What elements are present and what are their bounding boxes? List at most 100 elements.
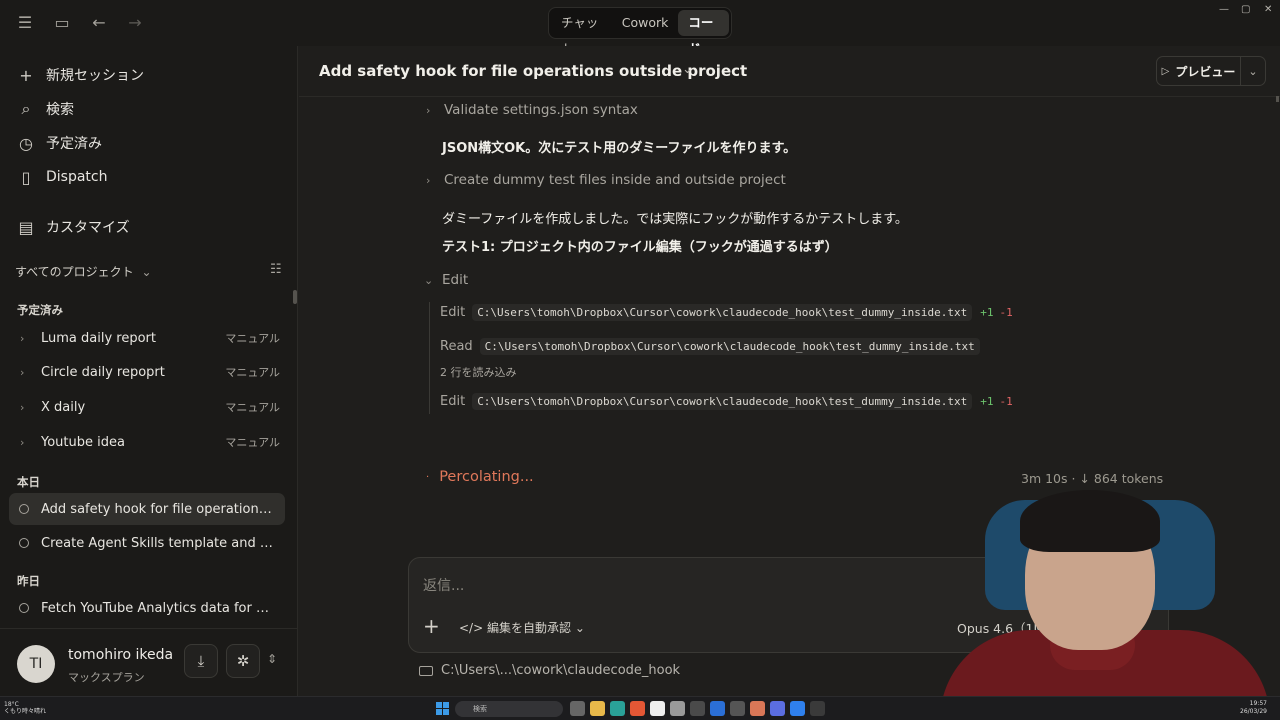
lines-added: +1 — [980, 395, 994, 408]
chevron-right-icon: › — [426, 173, 431, 187]
forward-arrow-icon[interactable]: → — [125, 13, 145, 33]
weather-text: くもり時々晴れ — [4, 708, 47, 715]
weather-widget[interactable]: 18°C くもり時々晴れ — [4, 701, 46, 715]
preview-button[interactable]: ▷ プレビュー — [1157, 57, 1241, 85]
edge-icon[interactable] — [610, 701, 625, 716]
claude-app-icon[interactable] — [750, 701, 765, 716]
app-icon[interactable] — [670, 701, 685, 716]
dispatch-label: Dispatch — [46, 169, 108, 185]
chevron-right-icon: › — [20, 331, 25, 345]
sidebar-scrollbar[interactable] — [293, 290, 297, 304]
scheduled-item-tag: マニュアル — [225, 436, 280, 449]
taskbar-search[interactable]: 検索 — [455, 701, 563, 717]
notion-icon[interactable] — [650, 701, 665, 716]
bug-report-button[interactable]: ✲ — [226, 644, 260, 678]
scheduled-item[interactable]: › Circle daily repoprt マニュアル — [20, 361, 280, 383]
lines-removed: -1 — [999, 395, 1013, 408]
preview-control: ▷ プレビュー ⌄ — [1156, 56, 1266, 86]
app-icon[interactable] — [770, 701, 785, 716]
tab-chat[interactable]: チャット — [551, 10, 612, 56]
new-session-button[interactable]: + 新規セッション — [16, 64, 144, 86]
avatar[interactable]: TI — [17, 645, 55, 683]
task-view-icon[interactable] — [570, 701, 585, 716]
session-item[interactable]: Create Agent Skills template and sam... — [9, 527, 285, 559]
sidebar: + 新規セッション ⌕ 検索 ◷ 予定済み ▯ Dispatch ▤ カスタマイ… — [0, 46, 298, 696]
menu-icon[interactable]: ☰ — [15, 13, 35, 33]
session-status-icon — [19, 603, 29, 613]
customize-label: カスタマイズ — [46, 220, 130, 236]
chevron-down-icon[interactable]: ⌄ — [682, 62, 693, 77]
filter-sliders-icon[interactable]: ☷ — [270, 262, 282, 277]
app-icon[interactable] — [730, 701, 745, 716]
status-indicator: · Percolating... — [426, 469, 534, 485]
tool-name: Edit — [440, 394, 466, 409]
chevron-down-icon: ⌄ — [574, 621, 585, 635]
preview-dropdown-icon[interactable]: ⌄ — [1241, 65, 1265, 78]
tool-call-row[interactable]: Read C:\Users\tomoh\Dropbox\Cursor\cowor… — [440, 338, 980, 355]
search-button[interactable]: ⌕ 検索 — [16, 98, 74, 120]
scheduled-item[interactable]: › X daily マニュアル — [20, 396, 280, 418]
header-divider — [299, 96, 1280, 97]
scheduled-item-tag: マニュアル — [225, 366, 280, 379]
file-path: C:\Users\tomoh\Dropbox\Cursor\cowork\cla… — [479, 338, 980, 355]
system-clock[interactable]: 19:57 26/03/29 — [1240, 700, 1267, 716]
yesterday-section-header: 昨日 — [17, 574, 40, 588]
step-label: Create dummy test files inside and outsi… — [444, 172, 786, 188]
tool-name: Read — [440, 339, 473, 354]
download-button[interactable]: ⤓ — [184, 644, 218, 678]
scheduled-item-title: Luma daily report — [41, 330, 156, 346]
session-status-icon — [19, 538, 29, 548]
maximize-icon[interactable]: ▢ — [1241, 4, 1250, 15]
app-icon[interactable] — [790, 701, 805, 716]
scheduled-button[interactable]: ◷ 予定済み — [16, 132, 102, 154]
file-path: C:\Users\tomoh\Dropbox\Cursor\cowork\cla… — [472, 393, 973, 410]
weather-temp: 18°C — [4, 701, 19, 708]
app-icon[interactable] — [810, 701, 825, 716]
tool-call-row[interactable]: Edit C:\Users\tomoh\Dropbox\Cursor\cowor… — [440, 393, 1013, 410]
app-icon[interactable] — [710, 701, 725, 716]
scheduled-item-title: X daily — [41, 399, 86, 415]
tool-call-row[interactable]: Edit C:\Users\tomoh\Dropbox\Cursor\cowor… — [440, 304, 1013, 321]
mode-switcher: チャット Cowork コード — [548, 7, 732, 56]
customize-button[interactable]: ▤ カスタマイズ — [16, 216, 130, 238]
back-arrow-icon[interactable]: ← — [89, 13, 109, 33]
session-title: Create Agent Skills template and sam... — [41, 535, 273, 551]
start-menu-icon[interactable] — [436, 702, 449, 715]
working-directory-path: C:\Users\...\cowork\claudecode_hook — [441, 663, 681, 678]
file-explorer-icon[interactable] — [590, 701, 605, 716]
step-group-rule — [429, 302, 430, 414]
preview-label: プレビュー — [1175, 64, 1236, 79]
working-directory[interactable]: C:\Users\...\cowork\claudecode_hook — [419, 663, 680, 678]
new-session-label: 新規セッション — [46, 68, 144, 84]
scheduled-section-header: 予定済み — [17, 303, 63, 317]
add-attachment-button[interactable]: + — [423, 616, 440, 636]
scheduled-item[interactable]: › Youtube idea マニュアル — [20, 431, 280, 453]
clock-date: 26/03/29 — [1240, 708, 1267, 715]
phone-icon: ▯ — [21, 167, 31, 187]
projects-filter-dropdown[interactable]: すべてのプロジェクト ⌄ — [15, 263, 152, 280]
chrome-icon[interactable] — [630, 701, 645, 716]
collapsed-step[interactable]: › Validate settings.json syntax — [426, 102, 638, 118]
reply-input[interactable]: 返信... — [423, 575, 464, 595]
tab-cowork[interactable]: Cowork — [612, 10, 679, 36]
session-item-active[interactable]: Add safety hook for file operations ou..… — [9, 493, 285, 525]
expand-updown-icon[interactable]: ⇕ — [267, 652, 277, 666]
tab-code[interactable]: コード — [678, 10, 729, 56]
search-icon: ⌕ — [21, 99, 31, 118]
session-title: Add safety hook for file operations ou..… — [41, 501, 273, 517]
chevron-right-icon: › — [20, 400, 25, 414]
chevron-right-icon: › — [426, 103, 431, 117]
minimize-icon[interactable]: — — [1219, 4, 1229, 15]
main-scrollbar[interactable] — [1276, 96, 1279, 102]
app-icon[interactable] — [690, 701, 705, 716]
scheduled-item[interactable]: › Luma daily report マニュアル — [20, 327, 280, 349]
dispatch-button[interactable]: ▯ Dispatch — [16, 166, 108, 188]
close-icon[interactable]: ✕ — [1264, 4, 1272, 15]
collapsed-step[interactable]: › Create dummy test files inside and out… — [426, 172, 786, 188]
session-item[interactable]: Fetch YouTube Analytics data for cha... — [9, 592, 285, 624]
assistant-message: JSON構文OK。次にテスト用のダミーファイルを作ります。 — [442, 141, 797, 156]
lines-added: +1 — [980, 306, 994, 319]
sidebar-toggle-icon[interactable]: ▭ — [52, 13, 72, 33]
auto-accept-dropdown[interactable]: </> 編集を自動承認 ⌄ — [459, 619, 585, 636]
expanded-step[interactable]: ⌄ Edit — [424, 272, 468, 288]
